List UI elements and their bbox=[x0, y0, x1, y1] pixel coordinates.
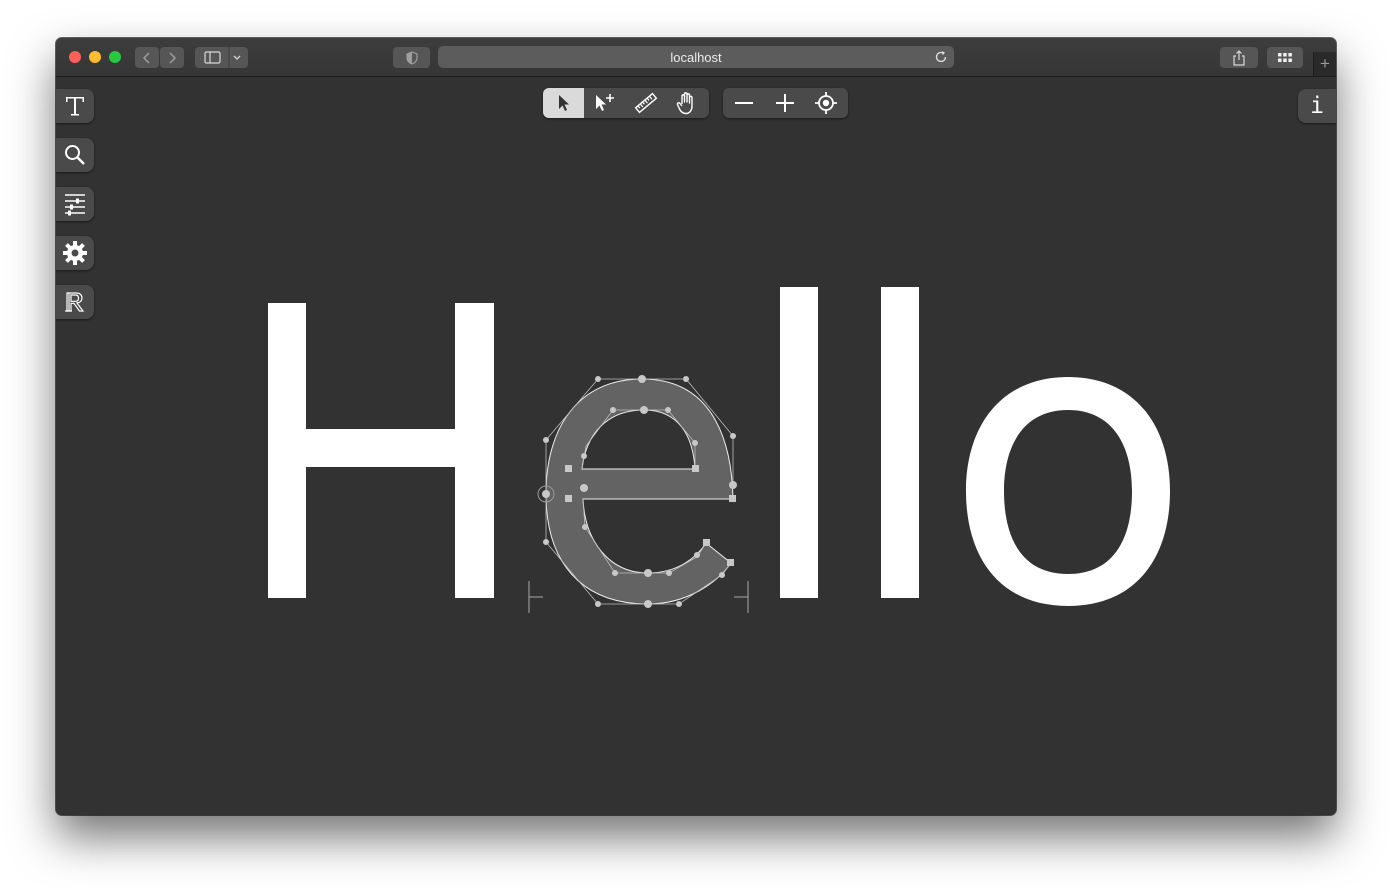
privacy-report-button[interactable] bbox=[393, 47, 430, 68]
plus-icon bbox=[775, 94, 794, 112]
reference-R-icon bbox=[65, 292, 85, 312]
tab-overview-button[interactable] bbox=[1267, 47, 1303, 68]
glyph-e[interactable] bbox=[528, 375, 749, 613]
reload-icon[interactable] bbox=[934, 50, 948, 64]
info-button[interactable]: i bbox=[1298, 89, 1336, 123]
share-button[interactable] bbox=[1220, 47, 1258, 68]
glyph-o[interactable] bbox=[966, 377, 1170, 606]
ruler-icon bbox=[634, 92, 657, 114]
zoom-in-button[interactable] bbox=[764, 88, 805, 118]
zoom-window-button[interactable] bbox=[109, 51, 121, 63]
settings-button[interactable] bbox=[56, 236, 94, 270]
address-text: localhost bbox=[670, 49, 722, 65]
glyph-search-button[interactable] bbox=[56, 138, 94, 172]
font-sources-button[interactable] bbox=[56, 187, 94, 221]
glyph-H[interactable] bbox=[268, 303, 494, 598]
sidebar-toggle-button[interactable] bbox=[195, 47, 248, 68]
new-tab-button[interactable]: + bbox=[1313, 52, 1336, 76]
ruler-tool[interactable] bbox=[625, 88, 666, 118]
text-entry-button[interactable] bbox=[56, 89, 94, 123]
text-T-icon bbox=[66, 97, 84, 116]
glyph-l-1[interactable] bbox=[780, 287, 818, 598]
close-window-button[interactable] bbox=[69, 51, 81, 63]
forward-button[interactable] bbox=[160, 47, 184, 68]
chevron-left-icon bbox=[142, 51, 150, 64]
gear-icon bbox=[63, 241, 87, 265]
sidebar-icon bbox=[204, 47, 241, 68]
zoom-to-fit-button[interactable] bbox=[805, 88, 846, 118]
zoom-tools bbox=[723, 88, 848, 118]
pointer-plus-icon bbox=[595, 94, 614, 111]
browser-toolbar: localhost + bbox=[56, 38, 1336, 77]
crosshair-icon bbox=[814, 92, 837, 114]
address-bar[interactable]: localhost bbox=[438, 46, 954, 68]
hand-tool[interactable] bbox=[666, 88, 707, 118]
share-icon bbox=[1233, 49, 1245, 66]
hand-icon bbox=[676, 92, 693, 115]
pointer-tool[interactable] bbox=[543, 88, 584, 118]
references-button[interactable] bbox=[56, 285, 94, 319]
glyph-e-outline[interactable] bbox=[545, 378, 734, 605]
zoom-out-button[interactable] bbox=[723, 88, 764, 118]
point-add-tool[interactable] bbox=[584, 88, 625, 118]
glyph-editor[interactable]: i bbox=[56, 76, 1336, 815]
sliders-icon bbox=[65, 194, 85, 216]
browser-window: localhost + i bbox=[56, 38, 1336, 815]
chevron-right-icon bbox=[169, 51, 177, 64]
glyph-canvas[interactable] bbox=[56, 76, 1336, 815]
search-icon bbox=[65, 145, 85, 165]
minimize-window-button[interactable] bbox=[89, 51, 101, 63]
minus-icon bbox=[734, 102, 753, 104]
back-button[interactable] bbox=[135, 47, 159, 68]
grid-icon bbox=[1278, 52, 1292, 62]
pointer-arrow-icon bbox=[558, 95, 569, 111]
edit-tools bbox=[543, 88, 709, 118]
shield-icon bbox=[405, 50, 418, 65]
glyph-l-2[interactable] bbox=[881, 287, 919, 598]
